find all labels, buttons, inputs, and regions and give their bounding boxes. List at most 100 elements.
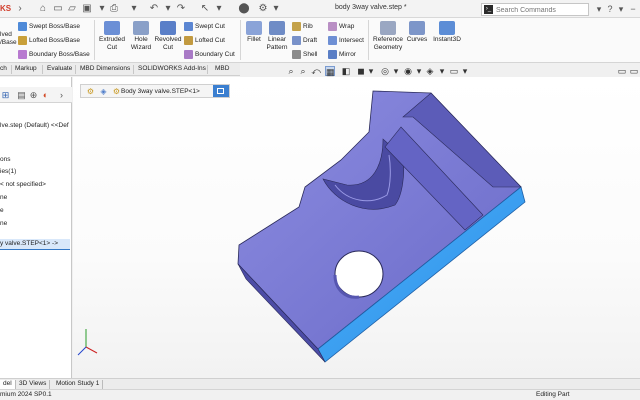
hole-wizard-button[interactable]: Hole Wizard [127, 21, 155, 51]
view-orientation-icon[interactable]: ◧ [341, 66, 351, 76]
boundary-cut-button[interactable]: Boundary Cut [184, 50, 235, 59]
tab-markup[interactable]: Markup [15, 65, 37, 72]
section-view-icon[interactable]: ▦ [325, 66, 335, 77]
restore-panel-icon[interactable]: ▭ [617, 66, 627, 76]
close-panel-icon[interactable]: ▭ [629, 66, 639, 76]
tree-item-front-plane[interactable]: ne [0, 194, 7, 201]
swept-boss-button[interactable]: Swept Boss/Base [18, 22, 80, 31]
tab-evaluate[interactable]: Evaluate [47, 65, 72, 72]
redo-icon[interactable]: ↷ [175, 3, 187, 15]
chevron-down-icon[interactable]: ▾ [96, 3, 108, 15]
rib-button[interactable]: Rib [292, 22, 313, 31]
hide-show-dropdown-icon[interactable]: ▾ [391, 66, 401, 76]
extruded-cut-button[interactable]: Extruded Cut [98, 21, 126, 51]
selected-body-crumb[interactable] [213, 85, 229, 97]
home-icon[interactable]: ⌂ [37, 3, 49, 15]
zoom-area-icon[interactable]: ⌕ [298, 66, 308, 76]
revolved-cut-button[interactable]: Revolved Cut [154, 21, 182, 51]
scene-dropdown-icon[interactable]: ▾ [437, 66, 447, 76]
linear-pattern-button[interactable]: Linear Pattern [264, 21, 290, 51]
options-gear-icon[interactable]: ⚙ [257, 3, 269, 15]
panel-arrow-icon[interactable]: › [56, 90, 67, 101]
app-logo-fragment[interactable]: KS [0, 4, 11, 13]
tree-item-top-plane[interactable]: e [0, 207, 4, 214]
instant3d-button[interactable]: Instant3D [430, 21, 464, 44]
search-commands-box[interactable]: ›_ [481, 3, 589, 16]
intersect-button[interactable]: Intersect [328, 36, 364, 45]
graphics-area[interactable] [73, 77, 640, 378]
boundary-boss-button[interactable]: Boundary Boss/Base [18, 50, 90, 59]
feature-manager-tabs: ⊞ ▤ ⊕ ◐ › [0, 87, 72, 103]
options-dropdown-icon[interactable]: ▾ [270, 3, 282, 15]
swept-cut-button[interactable]: Swept Cut [184, 22, 225, 31]
curves-button[interactable]: Curves [404, 21, 430, 44]
lofted-boss-button[interactable]: Lofted Boss/Base [18, 36, 80, 45]
apply-scene-icon[interactable]: ◈ [425, 66, 435, 76]
tab-mbd-dimensions[interactable]: MBD Dimensions [80, 65, 130, 72]
display-style-icon[interactable]: ◼ [356, 66, 366, 76]
reference-geometry-label: Reference Geometry [373, 36, 403, 51]
tab-3d-views[interactable]: 3D Views [16, 380, 51, 389]
tree-item-right-plane[interactable]: ne [0, 220, 7, 227]
draft-button[interactable]: Draft [292, 36, 317, 45]
lofted-cut-button[interactable]: Lofted Cut [184, 36, 225, 45]
view-settings-icon[interactable]: ▭ [449, 66, 459, 76]
tab-mbd[interactable]: MBD [215, 65, 229, 72]
boundary-cut-icon [184, 50, 193, 59]
configuration-manager-tab-icon[interactable]: ⊕ [28, 90, 39, 101]
display-style-dropdown-icon[interactable]: ▾ [366, 66, 376, 76]
bottom-tabs: del 3D Views Motion Study 1 [0, 378, 640, 389]
undo-icon[interactable]: ↶ [148, 3, 160, 15]
minimize-icon[interactable]: − [627, 3, 639, 15]
appearance-dropdown-icon[interactable]: ▾ [414, 66, 424, 76]
tab-sketch[interactable]: ch [0, 65, 7, 72]
property-manager-tab-icon[interactable]: ▤ [16, 90, 27, 101]
menu-arrow-icon[interactable]: › [14, 3, 26, 15]
revolved-cut-label: Revolved Cut [154, 36, 182, 51]
tree-item-material[interactable]: < not specified> [0, 181, 46, 188]
print-options-icon[interactable]: ▾ [128, 3, 140, 15]
select-dropdown-icon[interactable]: ▾ [213, 3, 225, 15]
hide-show-items-icon[interactable]: ◎ [380, 66, 390, 76]
reference-geometry-button[interactable]: Reference Geometry [370, 21, 406, 51]
breadcrumb-label[interactable]: Body 3way valve.STEP<1> [121, 88, 200, 95]
appearance-tab-icon[interactable]: ◐ [40, 90, 51, 101]
ribbon-fragment-base[interactable]: /Base [0, 39, 17, 47]
search-input[interactable] [496, 5, 584, 15]
traffic-light-icon[interactable]: ⬤ [238, 3, 250, 15]
tree-item-selected-body[interactable]: y valve.STEP<1> -> [0, 239, 70, 250]
breadcrumb: ⚙ ◈ ⚙ Body 3way valve.STEP<1> [80, 84, 230, 98]
extruded-cut-label: Extruded Cut [98, 36, 126, 51]
fillet-button[interactable]: Fillet [242, 21, 266, 44]
body-crumb-icon[interactable]: ⚙ [112, 87, 121, 96]
mirror-button[interactable]: Mirror [328, 50, 356, 59]
save-icon[interactable]: ▣ [81, 3, 93, 15]
draft-label: Draft [303, 37, 318, 45]
view-settings-dropdown-icon[interactable]: ▾ [460, 66, 470, 76]
tree-item-root[interactable]: lve.step (Default) <<Def [0, 122, 69, 129]
ribbon-fragment-revolved[interactable]: lved [0, 31, 12, 39]
previous-view-icon[interactable]: ⤺ [311, 66, 321, 76]
help-dropdown-icon[interactable]: ▾ [615, 3, 627, 15]
tree-item-annotations[interactable]: ons [0, 156, 10, 163]
select-arrow-icon[interactable]: ↖ [199, 3, 211, 15]
tab-model[interactable]: del [0, 380, 16, 389]
feature-tree-tab-icon[interactable]: ⊞ [0, 90, 11, 101]
wrap-button[interactable]: Wrap [328, 22, 354, 31]
tree-item-bodies[interactable]: ies(1) [0, 168, 16, 175]
undo-dropdown-icon[interactable]: ▾ [162, 3, 174, 15]
zoom-to-fit-icon[interactable]: ⌕ [286, 66, 296, 76]
edit-appearance-icon[interactable]: ◉ [403, 66, 413, 76]
part-bore-hole[interactable] [334, 250, 384, 298]
open-folder-icon[interactable]: ▱ [66, 3, 78, 15]
part-viewport[interactable] [73, 77, 640, 378]
tab-separator [133, 65, 134, 74]
new-document-icon[interactable]: ▭ [52, 3, 64, 15]
print-icon[interactable]: ⎙ [108, 3, 120, 15]
tab-solidworks-addins[interactable]: SOLIDWORKS Add-Ins [138, 65, 206, 72]
settings-crumb-icon[interactable]: ⚙ [86, 87, 95, 96]
shell-button[interactable]: Shell [292, 50, 317, 59]
part-crumb-icon[interactable]: ◈ [99, 87, 108, 96]
swept-cut-icon [184, 22, 193, 31]
tab-motion-study[interactable]: Motion Study 1 [53, 380, 104, 389]
